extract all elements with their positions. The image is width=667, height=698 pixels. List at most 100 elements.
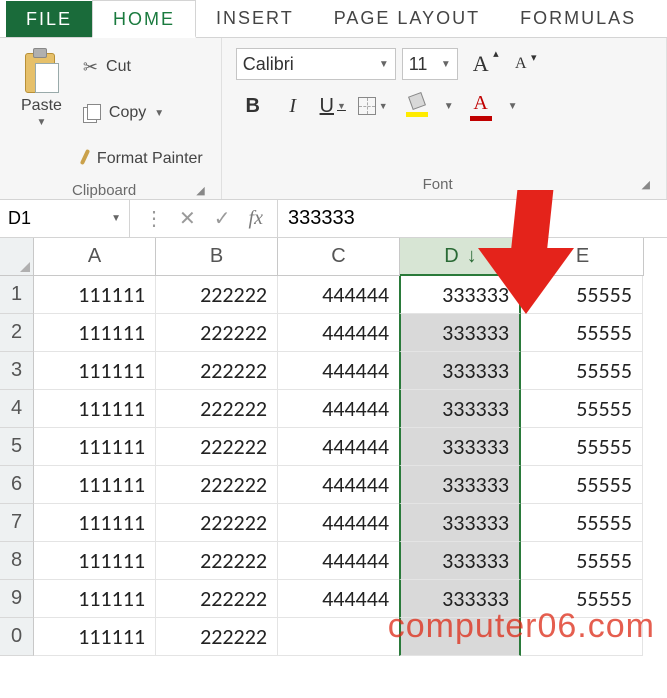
cell[interactable]: 444444	[278, 542, 400, 580]
cell[interactable]: 55555	[521, 504, 643, 542]
cell[interactable]: 333333	[399, 390, 521, 428]
cell[interactable]: 55555	[521, 580, 643, 618]
spreadsheet-grid[interactable]: A B C D ↓ E 1111111222222444444333333555…	[0, 238, 667, 656]
chevron-down-icon[interactable]: ▼	[508, 101, 518, 112]
tab-formulas[interactable]: FORMULAS	[500, 0, 656, 37]
fx-icon[interactable]: fx	[249, 207, 263, 230]
cell[interactable]	[399, 618, 521, 656]
cell[interactable]: 55555	[521, 352, 643, 390]
cell[interactable]: 111111	[34, 276, 156, 314]
font-size-combo[interactable]: 11 ▼	[402, 48, 458, 80]
enter-icon[interactable]	[214, 206, 231, 231]
cell[interactable]: 444444	[278, 276, 400, 314]
cell[interactable]: 222222	[156, 580, 278, 618]
formula-input[interactable]: 333333	[278, 200, 667, 237]
cell[interactable]: 222222	[156, 314, 278, 352]
cell[interactable]: 444444	[278, 580, 400, 618]
chevron-down-icon[interactable]: ▼	[444, 101, 454, 112]
cell[interactable]: 55555	[521, 428, 643, 466]
cell[interactable]: 222222	[156, 618, 278, 656]
cell[interactable]: 222222	[156, 276, 278, 314]
cell[interactable]: 444444	[278, 390, 400, 428]
grow-font-button[interactable]: A▴	[464, 48, 498, 80]
cell[interactable]: 222222	[156, 504, 278, 542]
cell[interactable]: 333333	[399, 352, 521, 390]
cell[interactable]: 222222	[156, 466, 278, 504]
underline-button[interactable]: U▼	[316, 90, 350, 122]
font-color-icon: A	[473, 92, 487, 115]
cell[interactable]: 111111	[34, 352, 156, 390]
cell[interactable]: 333333	[399, 428, 521, 466]
table-row: 411111122222244444433333355555	[0, 390, 667, 428]
cell[interactable]: 222222	[156, 542, 278, 580]
tab-insert[interactable]: INSERT	[196, 0, 314, 37]
cell[interactable]: 55555	[521, 276, 643, 314]
tab-file[interactable]: FILE	[6, 1, 92, 37]
row-header[interactable]: 8	[0, 542, 34, 580]
row-header[interactable]: 0	[0, 618, 34, 656]
cell[interactable]: 55555	[521, 466, 643, 504]
row-header[interactable]: 2	[0, 314, 34, 352]
row-header[interactable]: 7	[0, 504, 34, 542]
tab-home[interactable]: HOME	[92, 0, 196, 38]
italic-button[interactable]: I	[276, 90, 310, 122]
table-row: 511111122222244444433333355555	[0, 428, 667, 466]
cell[interactable]	[278, 618, 400, 656]
cell[interactable]: 333333	[399, 580, 521, 618]
cell[interactable]: 444444	[278, 428, 400, 466]
dialog-launcher-icon[interactable]: ◢	[640, 176, 652, 193]
paste-button[interactable]: Paste ▼	[14, 44, 69, 178]
cell[interactable]: 444444	[278, 504, 400, 542]
cell[interactable]: 333333	[399, 504, 521, 542]
cell[interactable]: 111111	[34, 542, 156, 580]
row-header[interactable]: 1	[0, 276, 34, 314]
cell[interactable]: 333333	[399, 314, 521, 352]
bold-button[interactable]: B	[236, 90, 270, 122]
cell[interactable]: 444444	[278, 466, 400, 504]
borders-button[interactable]: ▼	[356, 90, 390, 122]
name-box[interactable]: D1 ▼	[0, 200, 130, 237]
format-painter-button[interactable]: Format Painter	[79, 140, 207, 178]
copy-button[interactable]: Copy ▼	[79, 94, 207, 132]
column-header-d[interactable]: D ↓	[400, 238, 522, 276]
cell[interactable]: 333333	[399, 542, 521, 580]
cancel-icon[interactable]: ✕	[179, 206, 196, 231]
cell[interactable]: 444444	[278, 314, 400, 352]
cell[interactable]: 333333	[399, 466, 521, 504]
chevron-down-icon: ▼	[111, 213, 121, 224]
cell[interactable]: 55555	[521, 542, 643, 580]
column-header-a[interactable]: A	[34, 238, 156, 276]
cell[interactable]: 111111	[34, 428, 156, 466]
cell[interactable]: 222222	[156, 390, 278, 428]
row-header[interactable]: 3	[0, 352, 34, 390]
cell[interactable]	[521, 618, 643, 656]
cell[interactable]: 111111	[34, 504, 156, 542]
cell[interactable]: 111111	[34, 466, 156, 504]
cut-button[interactable]: Cut	[79, 48, 207, 86]
shrink-font-button[interactable]: A▾	[504, 48, 538, 80]
dialog-launcher-icon[interactable]: ◢	[194, 182, 206, 199]
row-header[interactable]: 9	[0, 580, 34, 618]
cell[interactable]: 55555	[521, 314, 643, 352]
column-header-e[interactable]: E	[522, 238, 644, 276]
ribbon-tabstrip: FILE HOME INSERT PAGE LAYOUT FORMULAS	[0, 0, 667, 38]
cell[interactable]: 111111	[34, 314, 156, 352]
cell[interactable]: 222222	[156, 428, 278, 466]
font-name-combo[interactable]: Calibri ▼	[236, 48, 396, 80]
cell[interactable]: 222222	[156, 352, 278, 390]
tab-page-layout[interactable]: PAGE LAYOUT	[314, 0, 500, 37]
font-color-button[interactable]: A	[460, 90, 502, 122]
cell[interactable]: 111111	[34, 580, 156, 618]
column-header-c[interactable]: C	[278, 238, 400, 276]
fill-color-button[interactable]	[396, 90, 438, 122]
row-header[interactable]: 4	[0, 390, 34, 428]
cell[interactable]: 111111	[34, 390, 156, 428]
cell[interactable]: 55555	[521, 390, 643, 428]
cell[interactable]: 444444	[278, 352, 400, 390]
row-header[interactable]: 6	[0, 466, 34, 504]
cell[interactable]: 333333	[399, 276, 521, 314]
column-header-b[interactable]: B	[156, 238, 278, 276]
select-all-corner[interactable]	[0, 238, 34, 276]
cell[interactable]: 111111	[34, 618, 156, 656]
row-header[interactable]: 5	[0, 428, 34, 466]
